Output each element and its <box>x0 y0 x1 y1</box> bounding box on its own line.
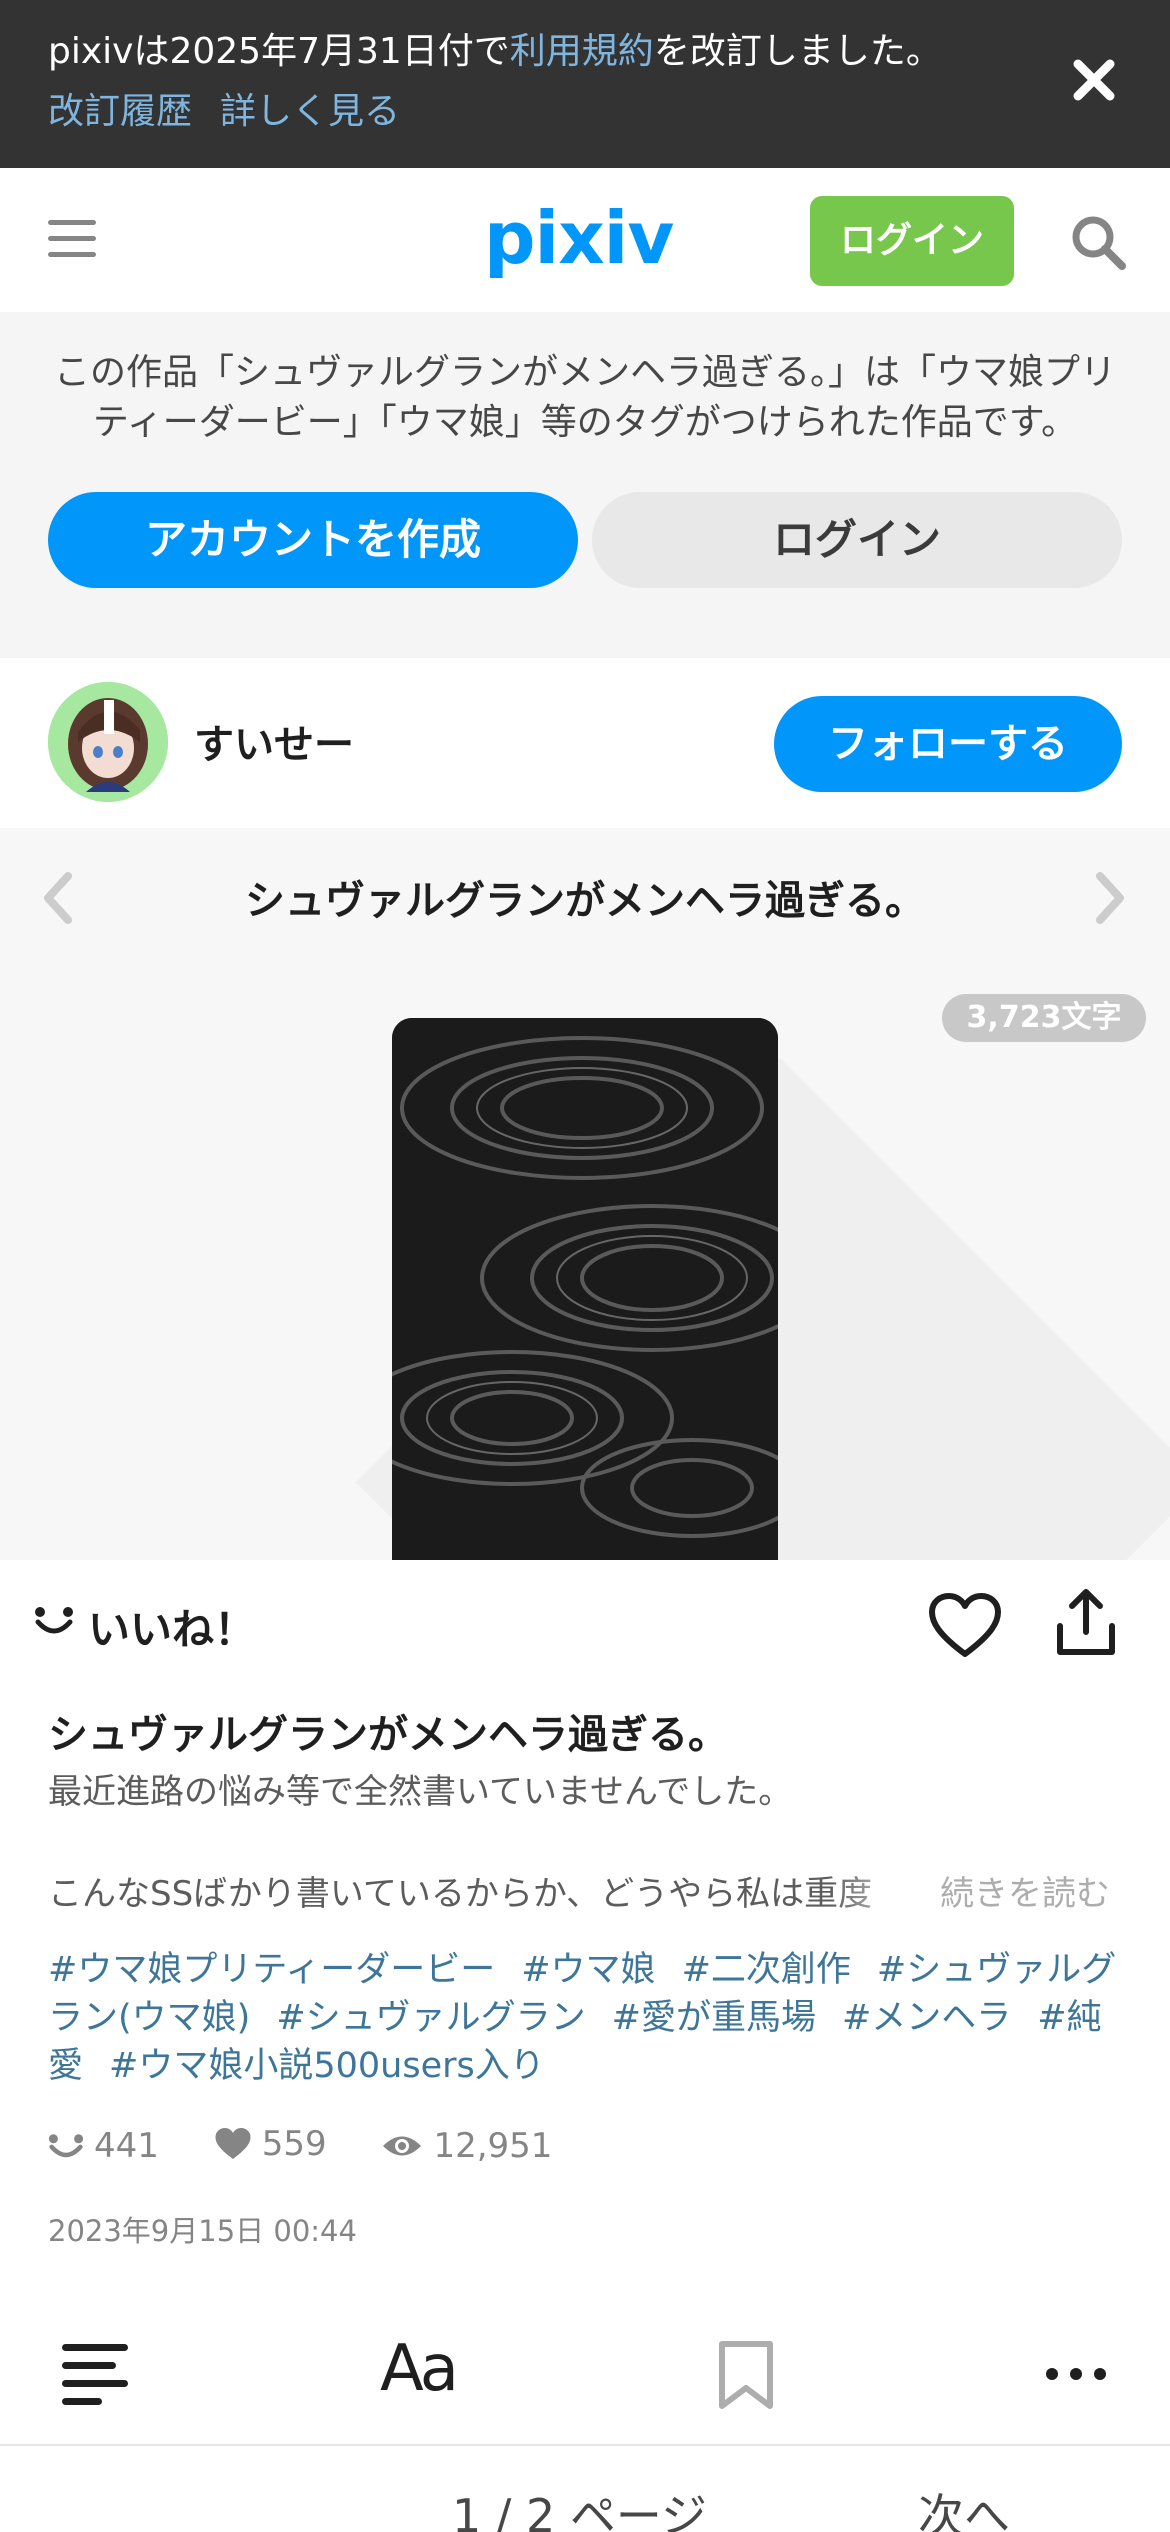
author-row: すいせー フォローする <box>0 658 1170 828</box>
description-line-1: 最近進路の悩み等で全然書いていませんでした。 <box>48 1772 793 1812</box>
bookmark-icon[interactable] <box>716 2340 776 2410</box>
like-button[interactable]: いいね！ <box>88 1596 256 1657</box>
close-icon[interactable] <box>1070 56 1118 104</box>
bookmark-count: 559 <box>261 2124 327 2164</box>
tag-list: #ウマ娘プリティーダービー #ウマ娘 #二次創作 #シュヴァルグラン(ウマ娘) #シュヴ… <box>48 1946 1122 2090</box>
page-count: 1 / 2 ページ <box>452 2489 707 2532</box>
tag-item[interactable]: #ウマ娘小説500users入り <box>109 2046 545 2086</box>
work-stats: 441 559 12,951 <box>48 2124 596 2174</box>
share-icon[interactable] <box>1054 1586 1118 1658</box>
view-count-stat: 12,951 <box>381 2126 552 2166</box>
chevron-right-icon[interactable] <box>1090 870 1130 926</box>
heart-icon[interactable] <box>928 1592 1002 1660</box>
tag-item[interactable]: #ウマ娘 <box>521 1950 655 1990</box>
description-fade <box>830 1858 930 1918</box>
post-date: 2023年9月15日 00:44 <box>48 2214 357 2248</box>
notice-text-before: pixivは2025年7月31日付で <box>48 31 510 72</box>
tag-item[interactable]: #二次創作 <box>682 1950 851 1990</box>
author-name[interactable]: すいせー <box>194 712 354 770</box>
revision-history-link[interactable]: 改訂履歴 <box>48 91 192 132</box>
work-title-heading: シュヴァルグランがメンヘラ過ぎる。 <box>245 878 925 924</box>
reader-toolbar: Aa <box>0 2310 1170 2446</box>
work-actions: いいね！ <box>0 1560 1170 1700</box>
search-icon[interactable] <box>1068 212 1128 272</box>
next-page-button[interactable]: 次へ <box>918 2480 1010 2532</box>
work-viewer: シュヴァルグランがメンヘラ過ぎる。 3,723文字 <box>0 828 1170 1560</box>
character-count-badge: 3,723文字 <box>942 994 1146 1042</box>
bookmark-count-stat: 559 <box>214 2124 327 2164</box>
avatar[interactable] <box>48 682 168 802</box>
create-account-button[interactable]: アカウントを作成 <box>48 492 578 588</box>
heart-stat-icon <box>215 2128 251 2159</box>
view-count: 12,951 <box>433 2126 553 2166</box>
pager: 1 / 2 ページ 次へ <box>0 2448 1170 2532</box>
eye-icon <box>383 2136 422 2156</box>
pixiv-logo[interactable]: pixiv <box>484 196 674 280</box>
smile-stat-icon <box>48 2134 84 2158</box>
follow-button[interactable]: フォローする <box>774 696 1122 792</box>
like-count: 441 <box>94 2126 159 2166</box>
table-of-contents-icon[interactable] <box>62 2344 128 2405</box>
tag-item[interactable]: #メンヘラ <box>842 1998 1011 2038</box>
details-link[interactable]: 詳しく見る <box>220 91 400 132</box>
more-options-icon[interactable] <box>1044 2364 1108 2384</box>
notice-text: pixivは2025年7月31日付で利用規約を改訂しました。 <box>48 28 942 76</box>
tag-item[interactable]: #愛が重馬場 <box>612 1998 816 2038</box>
cover-image[interactable] <box>392 1018 778 1560</box>
terms-link[interactable]: 利用規約 <box>510 31 654 72</box>
notice-text-after: を改訂しました。 <box>653 31 942 72</box>
smile-like-icon[interactable] <box>34 1606 74 1636</box>
font-settings-button[interactable]: Aa <box>380 2332 459 2406</box>
site-header: pixiv ログイン <box>0 168 1170 312</box>
terms-notice-banner: pixivは2025年7月31日付で利用規約を改訂しました。 改訂履歴 詳しく見る <box>0 0 1170 168</box>
work-title: シュヴァルグランがメンヘラ過ぎる。 <box>48 1712 728 1758</box>
login-button[interactable]: ログイン <box>592 492 1122 588</box>
notice-links: 改訂履歴 詳しく見る <box>48 88 428 136</box>
tag-item[interactable]: #シュヴァルグラン <box>276 1998 585 2038</box>
menu-icon[interactable] <box>48 220 96 258</box>
tag-item[interactable]: #ウマ娘プリティーダービー <box>48 1950 495 1990</box>
like-count-stat: 441 <box>48 2126 159 2166</box>
work-tag-info: この作品「シュヴァルグランがメンヘラ過ぎる。」は「ウマ娘プリティーダービー」「ウ… <box>53 352 1116 443</box>
read-more-link[interactable]: 続きを読む <box>940 1866 1110 1915</box>
header-login-button[interactable]: ログイン <box>810 196 1014 286</box>
signup-prompt: この作品「シュヴァルグランがメンヘラ過ぎる。」は「ウマ娘プリティーダービー」「ウ… <box>0 312 1170 658</box>
